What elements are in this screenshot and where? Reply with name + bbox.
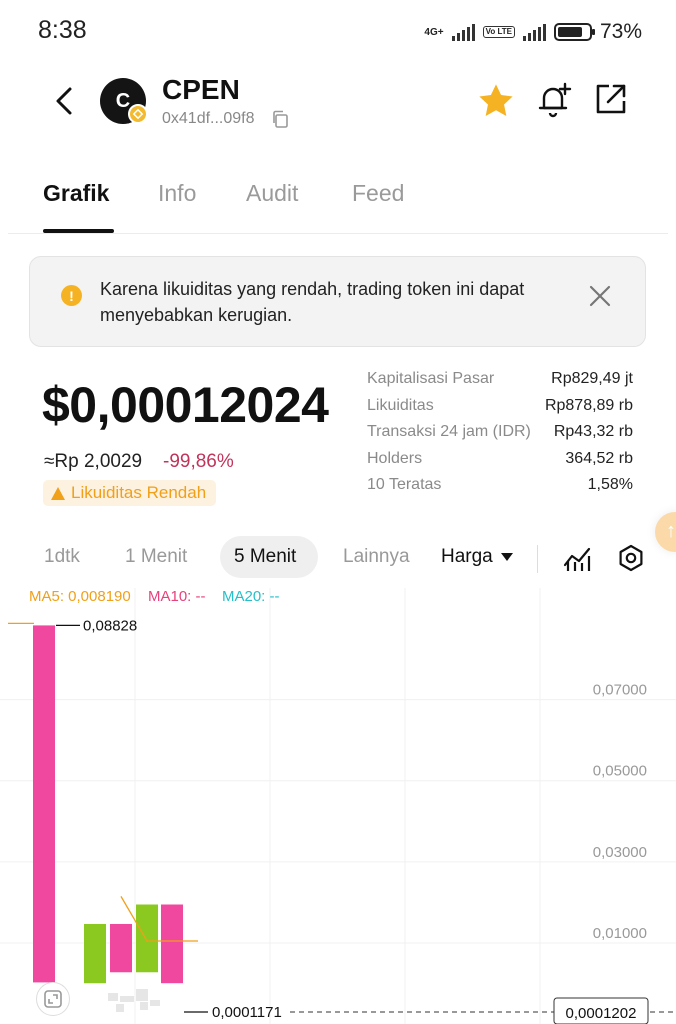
timeframe-1-menit[interactable]: 1 Menit	[125, 546, 187, 568]
stat-label-24h-volume: Transaksi 24 jam (IDR)	[367, 423, 531, 440]
chart-settings-icon[interactable]	[616, 543, 646, 573]
timeframe-more[interactable]: Lainnya	[343, 546, 410, 568]
warning-icon: !	[61, 285, 82, 306]
timeframe-5-menit[interactable]: 5 Menit	[234, 546, 296, 568]
stat-label-liquidity: Likuiditas	[367, 397, 434, 414]
fullscreen-button[interactable]	[36, 982, 70, 1016]
stat-value-market-cap: Rp829,49 jt	[551, 370, 633, 387]
status-indicators: 4G+ Vo LTE 73%	[424, 20, 642, 44]
candle	[33, 625, 55, 983]
ma20-legend: MA20: --	[222, 588, 280, 605]
tab-audit[interactable]: Audit	[246, 180, 298, 207]
tab-grafik[interactable]: Grafik	[43, 180, 109, 207]
toolbar-divider	[537, 545, 538, 573]
ma10-legend: MA10: --	[148, 588, 206, 605]
y-tick-label: 0,07000	[593, 682, 647, 699]
network-type: 4G+	[424, 26, 444, 38]
volume-bar	[136, 989, 148, 1001]
active-tab-indicator	[43, 229, 114, 233]
stat-value-top10: 1,58%	[587, 476, 633, 493]
price-chart[interactable]: 0,07000 0,05000 0,03000 0,01000 0,08828 0,00…	[0, 588, 676, 1024]
close-banner-button[interactable]	[588, 284, 612, 308]
low-liquidity-badge[interactable]: Likuiditas Rendah	[43, 480, 217, 506]
token-name: CPEN	[162, 74, 240, 105]
stat-label-holders: Holders	[367, 450, 423, 467]
y-tick-label: 0,05000	[593, 763, 647, 780]
volume-bar	[140, 1002, 148, 1010]
stat-value-24h-volume: Rp43,32 rb	[553, 423, 633, 440]
y-tick-label: 0,01000	[593, 925, 647, 942]
price-type-label: Harga	[441, 546, 493, 567]
signal-icon	[451, 23, 475, 41]
indicator-chart-icon[interactable]	[562, 543, 592, 573]
token-address: 0x41df...09f8	[162, 110, 255, 127]
volume-bar	[116, 1004, 124, 1012]
candle	[161, 904, 183, 984]
tab-feed[interactable]: Feed	[352, 180, 404, 207]
token-price-usd: $0,00012024	[42, 377, 329, 433]
warning-text: Karena likuiditas yang rendah, trading t…	[100, 279, 525, 325]
warning-triangle-icon	[51, 486, 65, 500]
share-icon[interactable]	[592, 80, 630, 118]
back-icon	[56, 87, 72, 115]
volume-bar	[120, 996, 134, 1002]
candle	[136, 904, 158, 973]
bell-plus-icon[interactable]	[532, 78, 576, 122]
floating-action-button[interactable]: ↑	[655, 512, 676, 552]
volume-bar	[150, 1000, 160, 1006]
timeframe-1dtk[interactable]: 1dtk	[44, 546, 80, 568]
tabs-divider	[8, 233, 668, 234]
stat-value-holders: 364,52 rb	[565, 450, 633, 467]
copy-icon[interactable]	[271, 110, 289, 128]
expand-icon	[44, 990, 62, 1008]
signal-icon-2	[522, 23, 546, 41]
stat-label-market-cap: Kapitalisasi Pasar	[367, 370, 495, 387]
battery-icon	[553, 23, 595, 41]
stat-value-liquidity: Rp878,89 rb	[544, 397, 633, 414]
low-price-label: 0,0001171	[212, 1004, 282, 1021]
token-price-idr: ≈Rp 2,0029	[44, 451, 143, 472]
close-icon	[589, 285, 611, 307]
caret-down-icon	[500, 553, 513, 561]
volume-bar	[108, 993, 118, 1001]
stat-label-top10: 10 Teratas	[367, 476, 442, 493]
y-tick-label: 0,03000	[593, 844, 647, 861]
chain-badge-icon	[128, 104, 148, 124]
price-type-select[interactable]: Harga	[441, 546, 513, 568]
back-button[interactable]	[48, 82, 84, 120]
current-price-label: 0,0001202	[566, 1005, 637, 1022]
favorite-star-icon[interactable]	[475, 80, 517, 122]
tab-info[interactable]: Info	[158, 180, 196, 207]
candle	[110, 923, 132, 973]
status-time: 8:38	[38, 16, 87, 44]
battery-percent: 73%	[599, 20, 642, 43]
candle	[84, 923, 106, 984]
price-change-percent: -99,86%	[163, 451, 234, 472]
high-price-label: 0,08828	[83, 617, 137, 634]
low-liquidity-label: Likuiditas Rendah	[71, 483, 207, 502]
ma5-legend: MA5: 0,008190	[29, 588, 131, 605]
volte-badge: Vo LTE	[482, 26, 515, 38]
ma5-line	[120, 896, 198, 942]
